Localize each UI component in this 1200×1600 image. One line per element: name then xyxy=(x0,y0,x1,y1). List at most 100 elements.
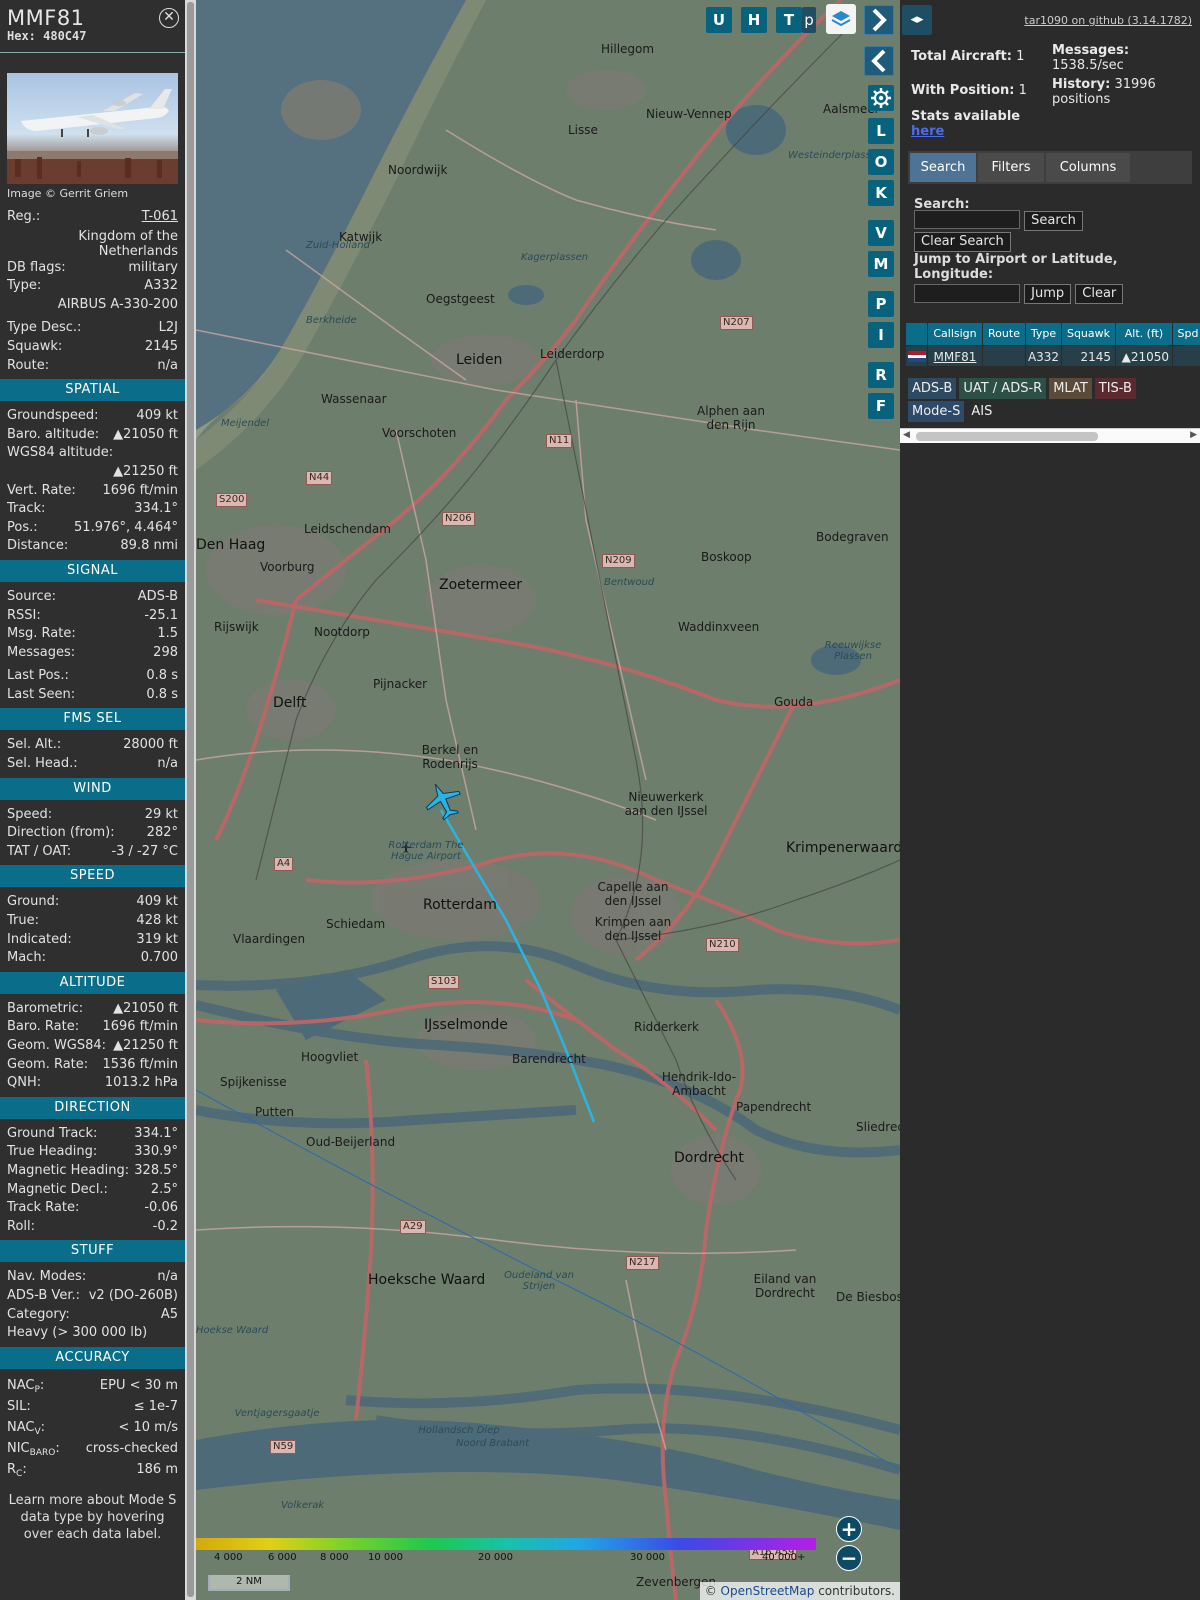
map-place-label: Putten xyxy=(255,1105,295,1119)
map-button-p-partial[interactable]: p xyxy=(802,7,816,33)
info-row: Ground Track: 334.1° xyxy=(0,1125,185,1144)
map-button-r[interactable]: R xyxy=(868,362,894,388)
map-button-m[interactable]: M xyxy=(868,251,894,277)
aircraft-marker-icon[interactable] xyxy=(424,780,464,824)
zoom-in-button[interactable]: + xyxy=(836,1516,862,1542)
nic-value: cross-checked xyxy=(85,1440,178,1456)
table-hscrollbar[interactable]: ◀ ▶ xyxy=(900,428,1200,443)
map-place-label: Sliedrecht xyxy=(856,1120,900,1134)
nacp-label: NACP: xyxy=(7,1377,45,1395)
jump-input[interactable] xyxy=(914,283,1020,303)
info-row-label: Ground Track: xyxy=(7,1125,98,1141)
info-row-value: v2 (DO-260B) xyxy=(88,1287,178,1303)
gear-icon[interactable] xyxy=(868,85,894,111)
col-flag[interactable] xyxy=(906,323,927,345)
info-row-label: Mach: xyxy=(7,950,46,966)
info-row-label: Messages: xyxy=(7,644,76,660)
info-row-label: QNH: xyxy=(7,1075,42,1091)
info-row-label: Source: xyxy=(7,588,57,604)
clear-button[interactable]: Clear xyxy=(1075,284,1124,304)
reg-label: Reg.: xyxy=(7,209,41,224)
col-squawk[interactable]: Squawk xyxy=(1062,323,1115,345)
table-row[interactable]: MMF81 A332 2145 ▲21050 xyxy=(906,346,1200,366)
reg-link[interactable]: T-061 xyxy=(142,208,178,227)
map-button-k[interactable]: K xyxy=(868,180,894,206)
map-button-t[interactable]: T xyxy=(776,7,802,33)
reg-row: Reg.: T-061 xyxy=(0,208,185,227)
map-button-i[interactable]: I xyxy=(868,322,894,348)
map-place-label: Reeuwijkse Plassen xyxy=(824,640,882,662)
zoom-out-button[interactable]: − xyxy=(836,1545,862,1571)
map-place-label: Kagerplassen xyxy=(521,252,589,263)
stuff-list: Nav. Modes: n/a ADS-B Ver.: v2 (DO-260B) Cat… xyxy=(0,1268,185,1324)
expand-collapse-icon[interactable]: ◂▸ xyxy=(902,5,932,35)
search-input[interactable] xyxy=(914,210,1020,229)
chevron-right-icon[interactable] xyxy=(864,5,894,35)
map-button-v[interactable]: V xyxy=(868,220,894,246)
info-row-value: 319 kt xyxy=(136,931,178,947)
jump-button[interactable]: Jump xyxy=(1024,284,1072,304)
info-row-value: -0.2 xyxy=(152,1218,178,1234)
altitude-color-legend xyxy=(196,1538,816,1550)
info-row: Last Seen: 0.8 s xyxy=(0,686,185,705)
tab-search[interactable]: Search xyxy=(910,153,976,182)
info-row-label: Last Seen: xyxy=(7,686,76,702)
col-speed[interactable]: Spd xyxy=(1173,323,1200,345)
map-place-label: Voorschoten xyxy=(382,426,457,440)
dbflags-row: DB flags: military xyxy=(0,259,185,278)
col-altitude[interactable]: Alt. (ft) xyxy=(1116,323,1172,345)
map-place-label: Gouda xyxy=(774,695,814,709)
map-button-p[interactable]: P xyxy=(868,291,894,317)
info-row-label: Category: xyxy=(7,1306,70,1322)
map-button-u[interactable]: U xyxy=(706,7,732,33)
layers-icon[interactable] xyxy=(826,4,856,34)
github-link[interactable]: tar1090 on github (3.14.1782) xyxy=(1024,14,1192,27)
info-row: Pos.: 51.976°, 4.464° xyxy=(0,519,185,538)
map-view[interactable]: Hillegom Nieuw-Vennep Aalsmeer Lisse Noordwi… xyxy=(196,0,900,1600)
info-row: Distance: 89.8 nmi xyxy=(0,537,185,556)
route-row: Route: n/a xyxy=(0,357,185,376)
info-row-label: Baro. altitude: xyxy=(7,426,100,442)
stats-here-link[interactable]: here xyxy=(911,124,944,139)
map-place-label: Noordwijk xyxy=(388,163,448,177)
row-type: A332 xyxy=(1026,346,1061,366)
chevron-left-icon[interactable] xyxy=(864,46,894,76)
row-callsign[interactable]: MMF81 xyxy=(928,346,982,366)
hex-code: Hex: 480C47 xyxy=(7,29,87,43)
map-button-h[interactable]: H xyxy=(741,7,767,33)
search-button[interactable]: Search xyxy=(1024,210,1083,231)
info-row-value: n/a xyxy=(157,1269,178,1285)
info-row-label: Indicated: xyxy=(7,931,72,947)
road-shield: N210 xyxy=(706,938,739,952)
tab-filters[interactable]: Filters xyxy=(978,153,1044,182)
info-row-value: ADS-B xyxy=(137,588,178,604)
col-route[interactable]: Route xyxy=(983,323,1025,345)
col-callsign[interactable]: Callsign xyxy=(928,323,982,345)
info-row-label: ADS-B Ver.: xyxy=(7,1287,80,1303)
osm-link[interactable]: OpenStreetMap xyxy=(721,1584,815,1598)
info-scrollbar-thumb[interactable] xyxy=(187,2,194,1597)
map-place-label: Leiden xyxy=(456,352,503,368)
info-row-label: True: xyxy=(7,913,39,929)
info-row: Groundspeed: 409 kt xyxy=(0,407,185,426)
map-place-label: Voorburg xyxy=(260,560,315,574)
hscrollbar-thumb[interactable] xyxy=(916,432,1098,441)
map-button-o[interactable]: O xyxy=(868,149,894,175)
info-row: Mach: 0.700 xyxy=(0,949,185,968)
close-icon[interactable]: ✕ xyxy=(159,8,179,28)
info-row-label: Geom. WGS84: xyxy=(7,1038,107,1053)
info-row-value: 1696 ft/min xyxy=(102,482,178,498)
map-place-label: Lisse xyxy=(568,123,598,137)
clear-search-button[interactable]: Clear Search xyxy=(914,231,1011,252)
map-place-label: Waddinxveen xyxy=(678,620,760,634)
col-type[interactable]: Type xyxy=(1026,323,1061,345)
map-button-f[interactable]: F xyxy=(868,393,894,419)
aircraft-photo[interactable] xyxy=(7,73,178,184)
tab-columns[interactable]: Columns xyxy=(1046,153,1130,182)
map-button-l[interactable]: L xyxy=(868,118,894,144)
altitude-tick-label: 10 000 xyxy=(368,1552,403,1563)
info-scrollbar[interactable] xyxy=(185,0,196,1600)
search-form: Search: Search Clear Search Jump to Airp… xyxy=(914,197,1190,304)
info-row: Category: A5 xyxy=(0,1306,185,1325)
info-row-label: Ground: xyxy=(7,894,60,910)
